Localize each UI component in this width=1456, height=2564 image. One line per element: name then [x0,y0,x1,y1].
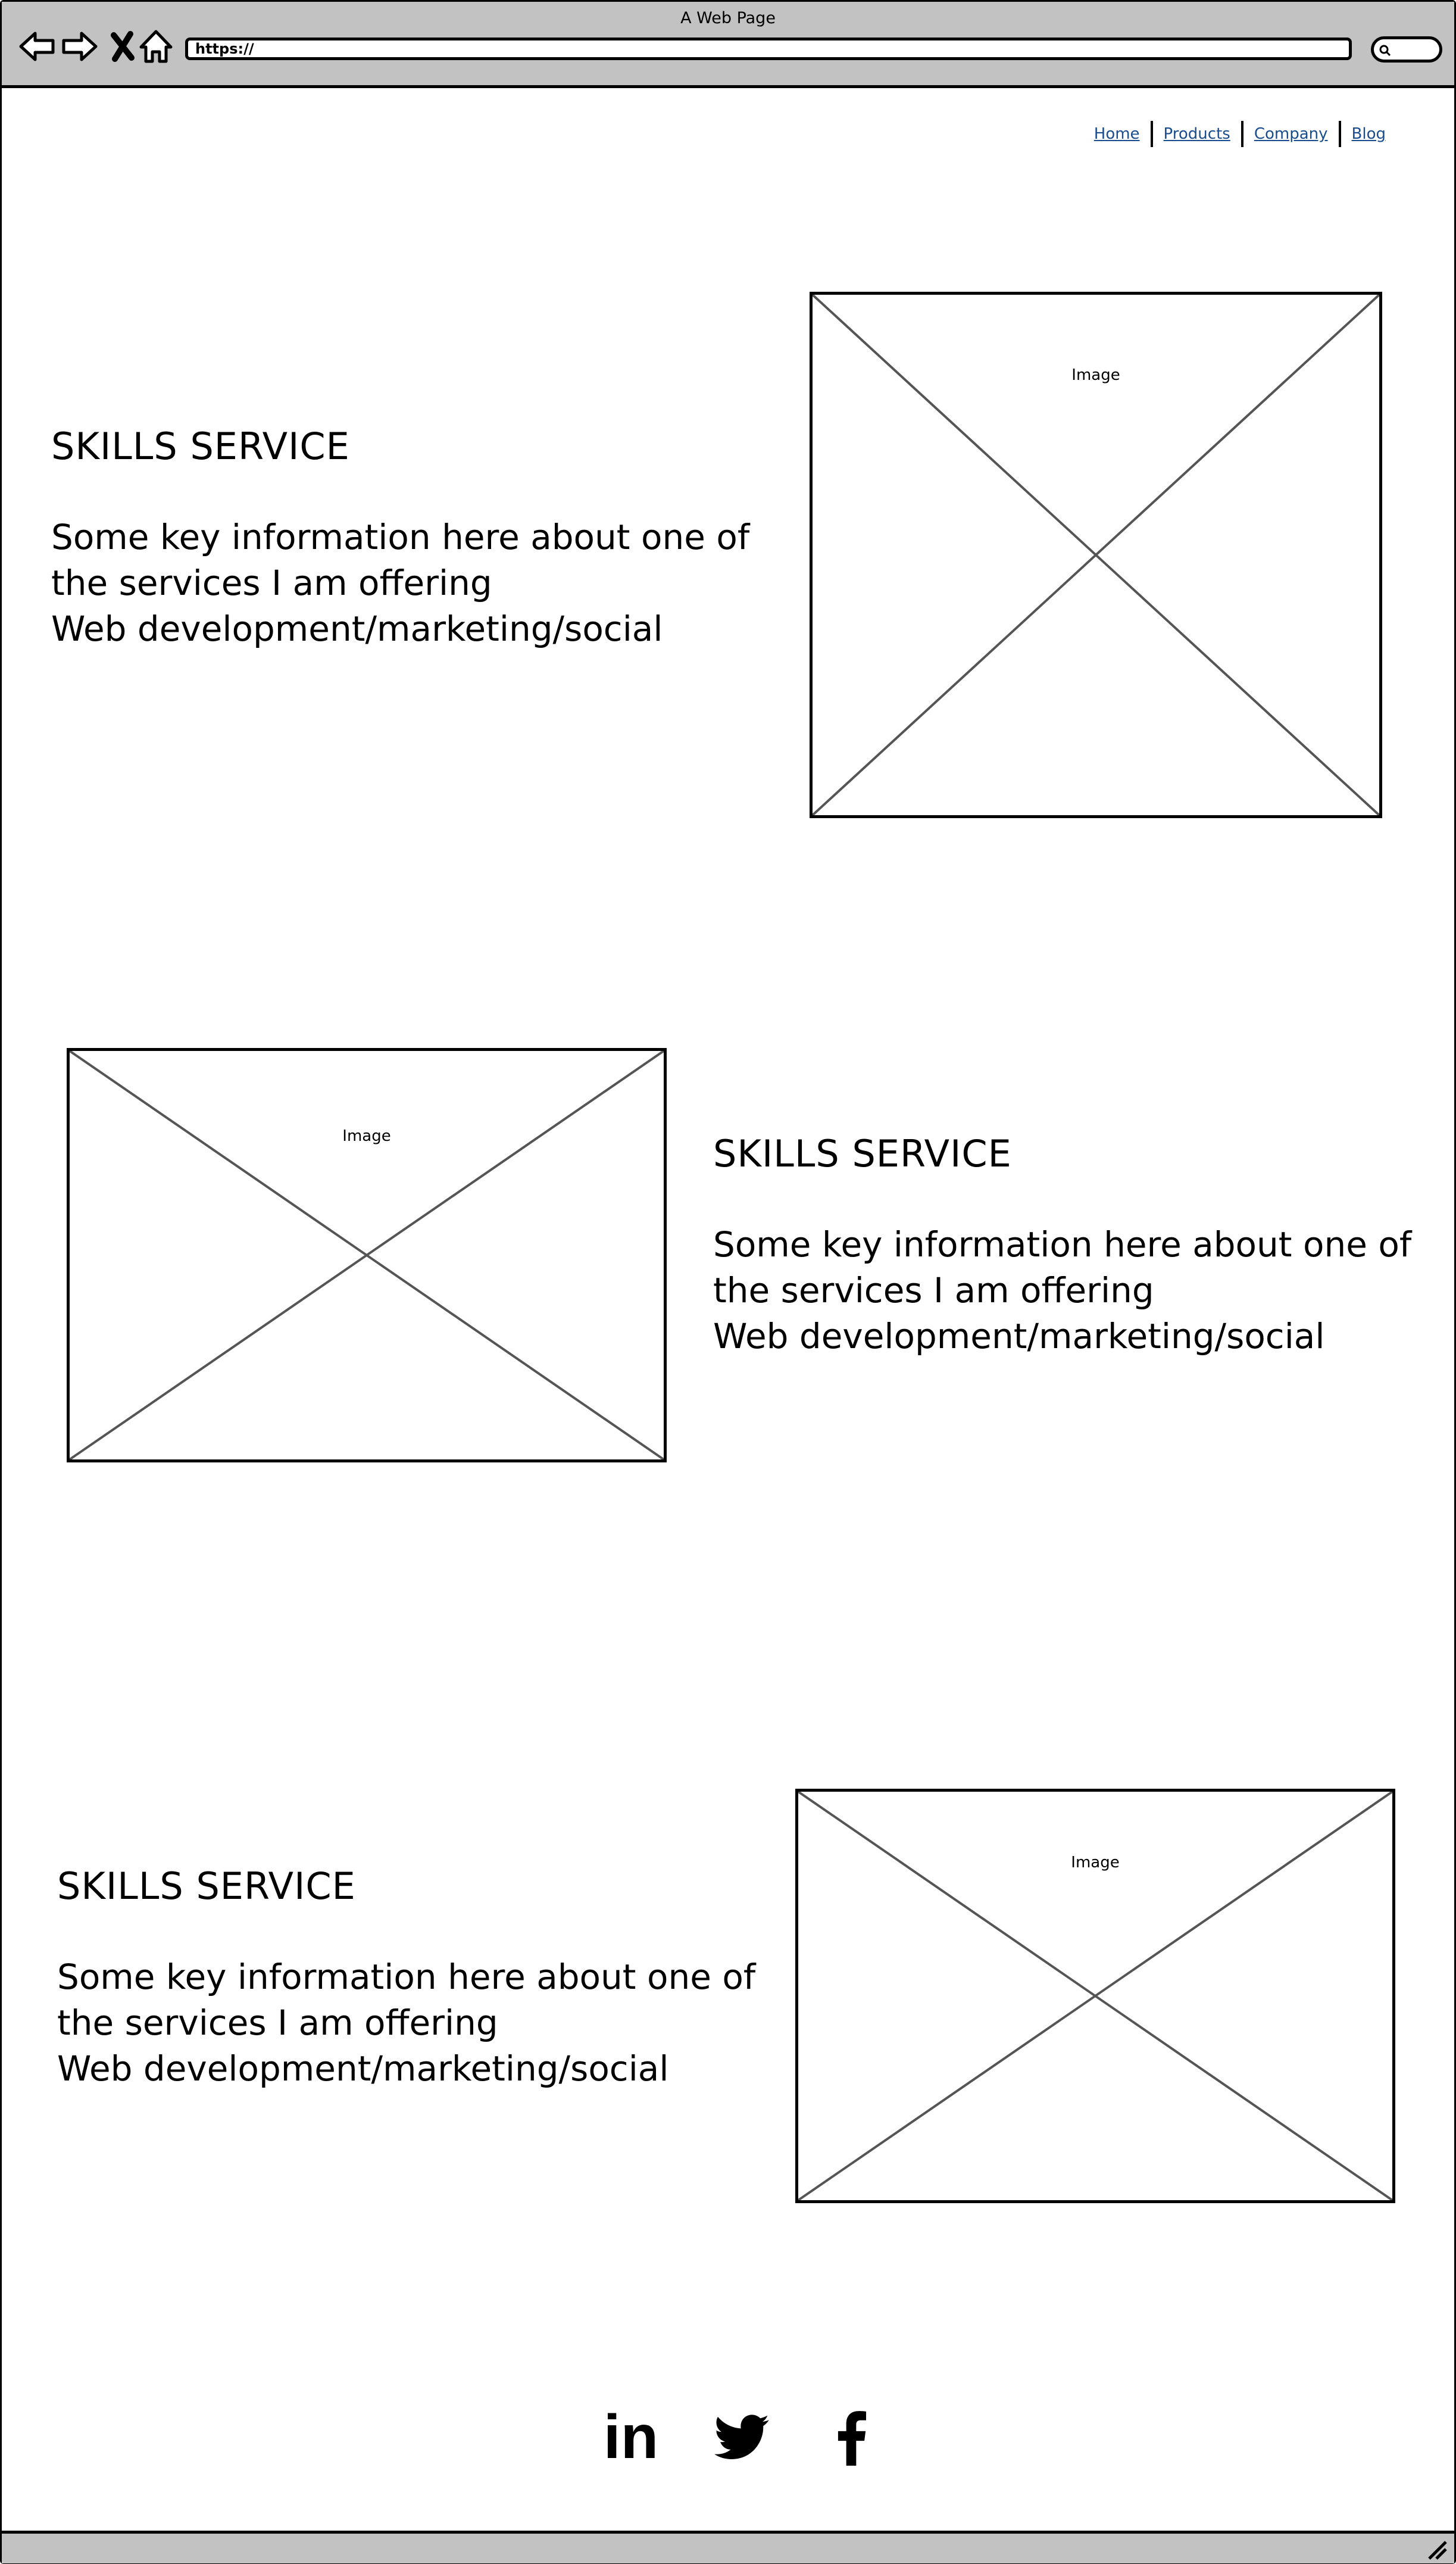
service-text-line: the services I am offering [51,563,492,603]
home-icon [139,30,173,63]
svg-text:in: in [604,2406,658,2471]
placeholder-cross [798,1792,1392,2200]
service-description: Some key information here about one of t… [51,514,749,652]
service-description: Some key information here about one of t… [713,1222,1411,1359]
service-title: SKILLS SERVICE [51,425,350,468]
service-section-1: SKILLS SERVICE Some key information here… [51,424,749,652]
service-description: Some key information here about one of t… [57,1954,755,2092]
nav-link-company[interactable]: Company [1243,122,1339,146]
facebook-icon[interactable] [821,2406,881,2471]
social-links: in [0,2403,1456,2472]
service-text-line: Some key information here about one of [51,517,750,557]
window-title: A Web Page [680,9,776,27]
back-button[interactable] [16,26,58,67]
image-placeholder: Image [810,292,1382,818]
search-icon [1379,45,1391,57]
service-text-line: the services I am offering [57,2002,498,2043]
nav-link-products[interactable]: Products [1153,122,1241,146]
forward-button[interactable] [59,26,101,67]
service-title: SKILLS SERVICE [713,1132,1012,1175]
status-bar [2,2531,1454,2563]
service-text-line: Some key information here about one of [713,1224,1412,1265]
search-box[interactable] [1371,36,1442,63]
home-button[interactable] [135,26,177,67]
service-text-line: Web development/marketing/social [713,1316,1325,1356]
service-text-line: Web development/marketing/social [57,2048,669,2089]
image-caption: Image [342,1127,391,1145]
address-bar[interactable]: https:// [185,38,1352,60]
forward-arrow-icon [62,32,98,61]
resize-handle-icon[interactable] [1424,2537,1448,2561]
image-caption: Image [1071,366,1120,384]
image-placeholder: Image [67,1048,667,1462]
placeholder-cross [70,1051,664,1459]
service-text-line: the services I am offering [713,1270,1154,1311]
back-arrow-icon [19,32,55,61]
service-section-3: SKILLS SERVICE Some key information here… [57,1864,755,2092]
service-text-line: Web development/marketing/social [51,609,663,649]
top-navigation: Home Products Company Blog [1083,119,1396,149]
twitter-icon[interactable] [712,2406,771,2471]
image-caption: Image [1071,1854,1120,1871]
service-text-line: Some key information here about one of [57,1957,756,1997]
service-title: SKILLS SERVICE [57,1864,356,1908]
service-section-2: SKILLS SERVICE Some key information here… [713,1131,1411,1359]
image-placeholder: Image [795,1789,1395,2203]
browser-toolbar: A Web Page https:// [2,2,1454,88]
nav-link-home[interactable]: Home [1083,122,1151,146]
linkedin-icon[interactable]: in [601,2403,661,2472]
nav-link-blog[interactable]: Blog [1341,122,1396,146]
